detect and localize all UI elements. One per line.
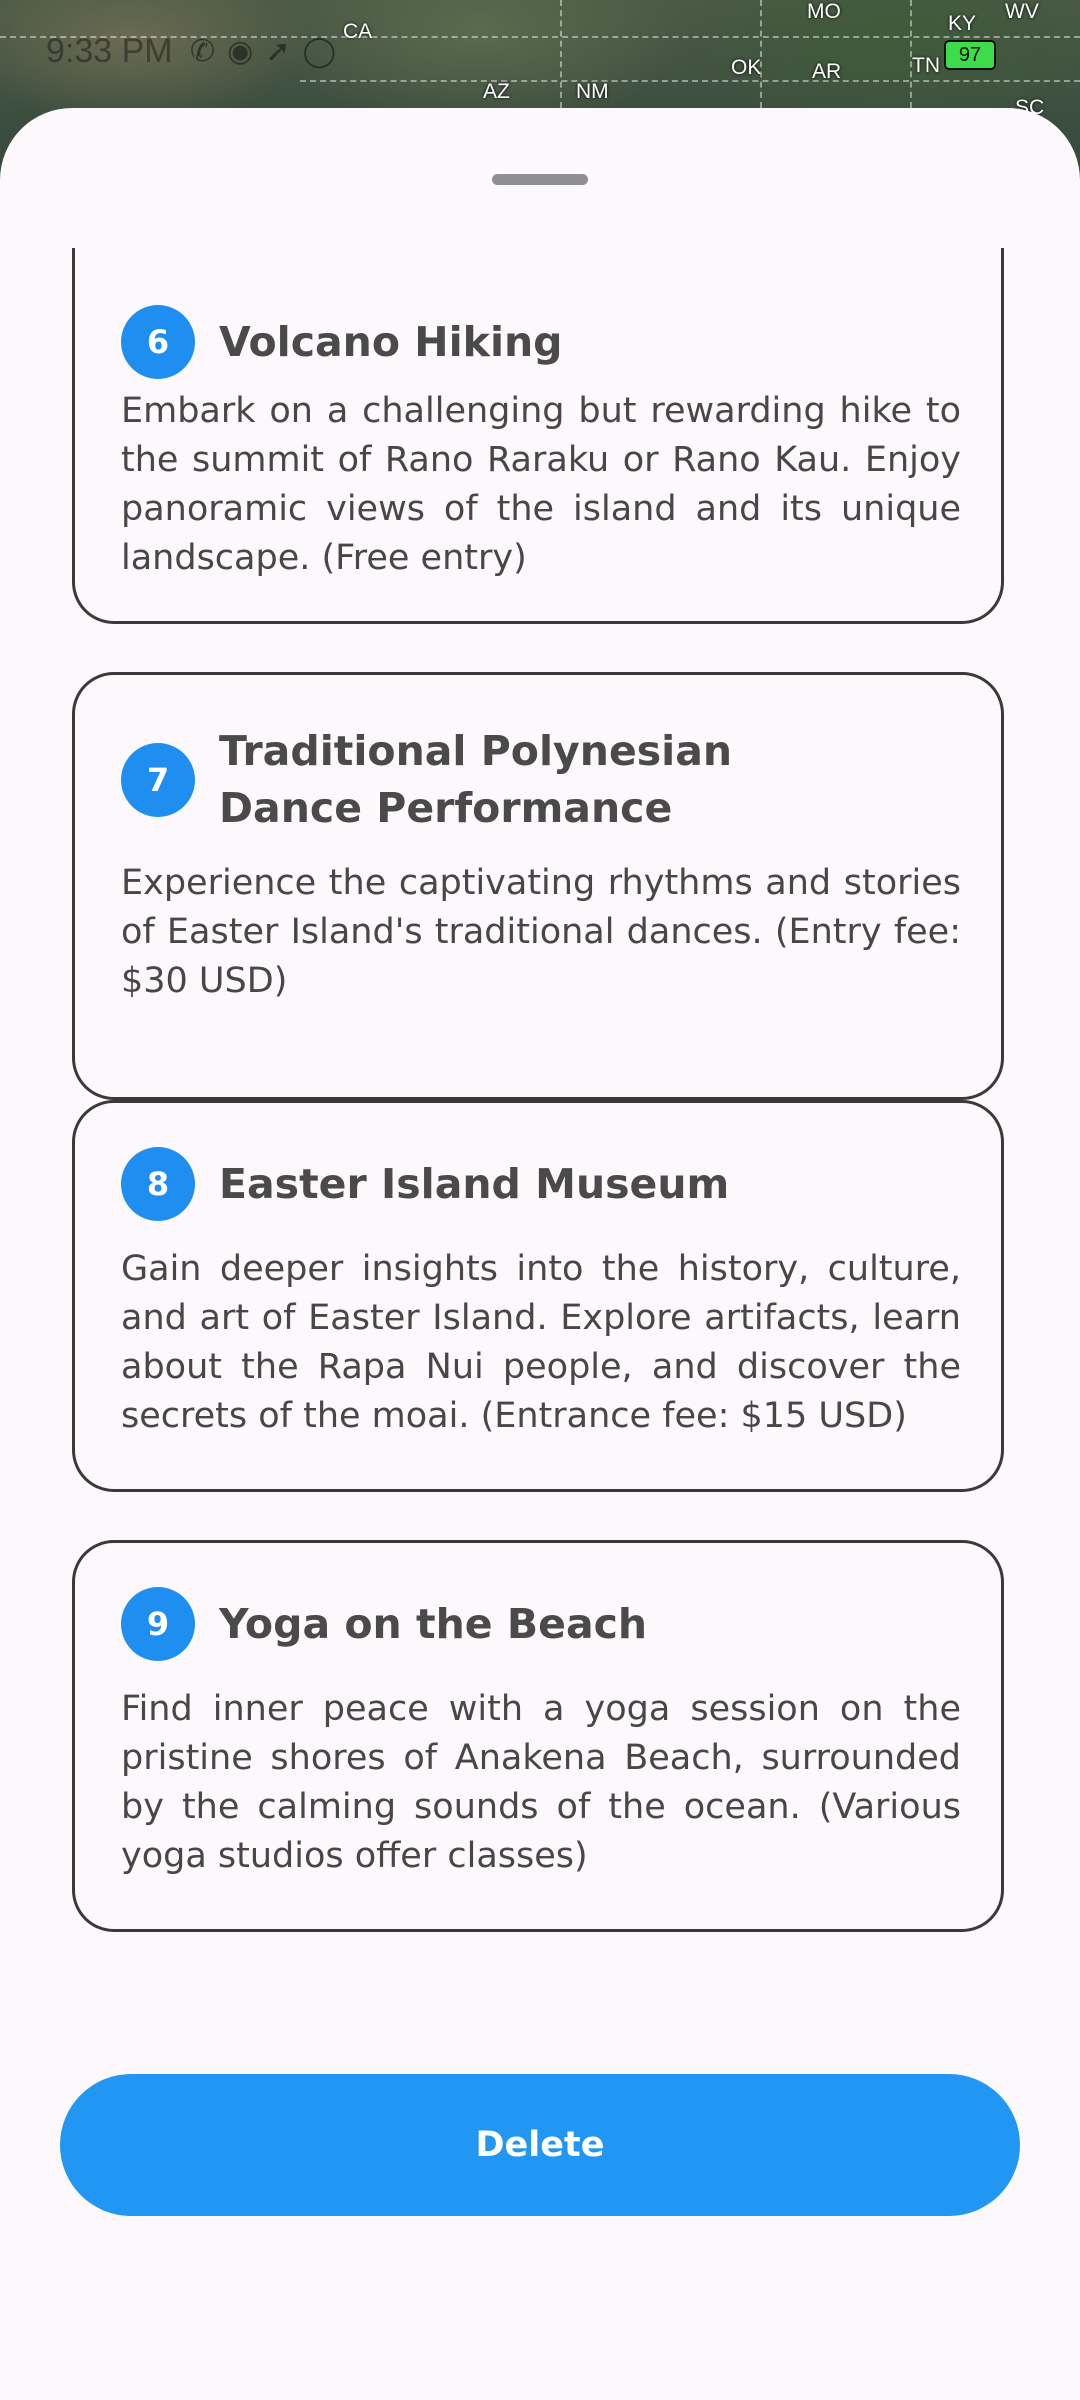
map-border-line — [760, 0, 762, 108]
delete-button[interactable]: Delete — [60, 2074, 1020, 2216]
item-number-badge: 9 — [121, 1587, 195, 1661]
map-label-ar: AR — [812, 60, 842, 83]
activity-description: Experience the captivating rhythms and s… — [121, 863, 961, 1001]
activity-description: Gain deeper insights into the history, c… — [121, 1249, 961, 1436]
map-label-wv: WV — [1005, 0, 1039, 23]
activity-title: Traditional Polynesian Dance Performance — [219, 727, 733, 832]
activity-list[interactable]: 6 Volcano Hiking Embark on a challenging… — [0, 248, 1080, 2068]
map-label-mo: MO — [807, 0, 841, 23]
drag-handle[interactable] — [492, 174, 588, 185]
map-label-ok: OK — [731, 56, 762, 79]
activity-title: Yoga on the Beach — [219, 1599, 648, 1648]
map-border-line — [560, 0, 562, 108]
activity-card[interactable]: 8 Easter Island Museum Gain deeper insig… — [72, 1100, 1004, 1492]
map-label-tn: TN — [912, 54, 940, 77]
signal-app-icon: ◉ — [227, 34, 254, 69]
circle-icon: ◯ — [302, 34, 337, 69]
item-number-badge: 6 — [121, 305, 195, 379]
cast-icon: ➚ — [265, 34, 291, 69]
item-number-badge: 8 — [121, 1147, 195, 1221]
activity-description: Find inner peace with a yoga session on … — [121, 1689, 961, 1876]
activity-description: Embark on a challenging but rewarding hi… — [121, 391, 961, 578]
map-label-ca: CA — [343, 20, 373, 43]
map-border-line — [300, 80, 1080, 82]
status-icons: ✆ ◉ ➚ ◯ — [190, 34, 336, 69]
map-label-az: AZ — [483, 80, 510, 103]
activity-title: Easter Island Museum — [219, 1159, 730, 1208]
bottom-sheet: 6 Volcano Hiking Embark on a challenging… — [0, 108, 1080, 2400]
activity-card[interactable]: 7 Traditional Polynesian Dance Performan… — [72, 672, 1004, 1100]
map-label-ky: KY — [948, 12, 977, 35]
activity-card[interactable]: 9 Yoga on the Beach Find inner peace wit… — [72, 1540, 1004, 1932]
activity-card[interactable]: 6 Volcano Hiking Embark on a challenging… — [72, 248, 1004, 624]
map-label-nm: NM — [576, 80, 609, 103]
whatsapp-icon: ✆ — [190, 34, 216, 69]
status-time: 9:33 PM — [46, 32, 173, 70]
battery-indicator: 97 — [944, 40, 996, 70]
activity-title: Volcano Hiking — [219, 317, 563, 366]
item-number-badge: 7 — [121, 743, 195, 817]
